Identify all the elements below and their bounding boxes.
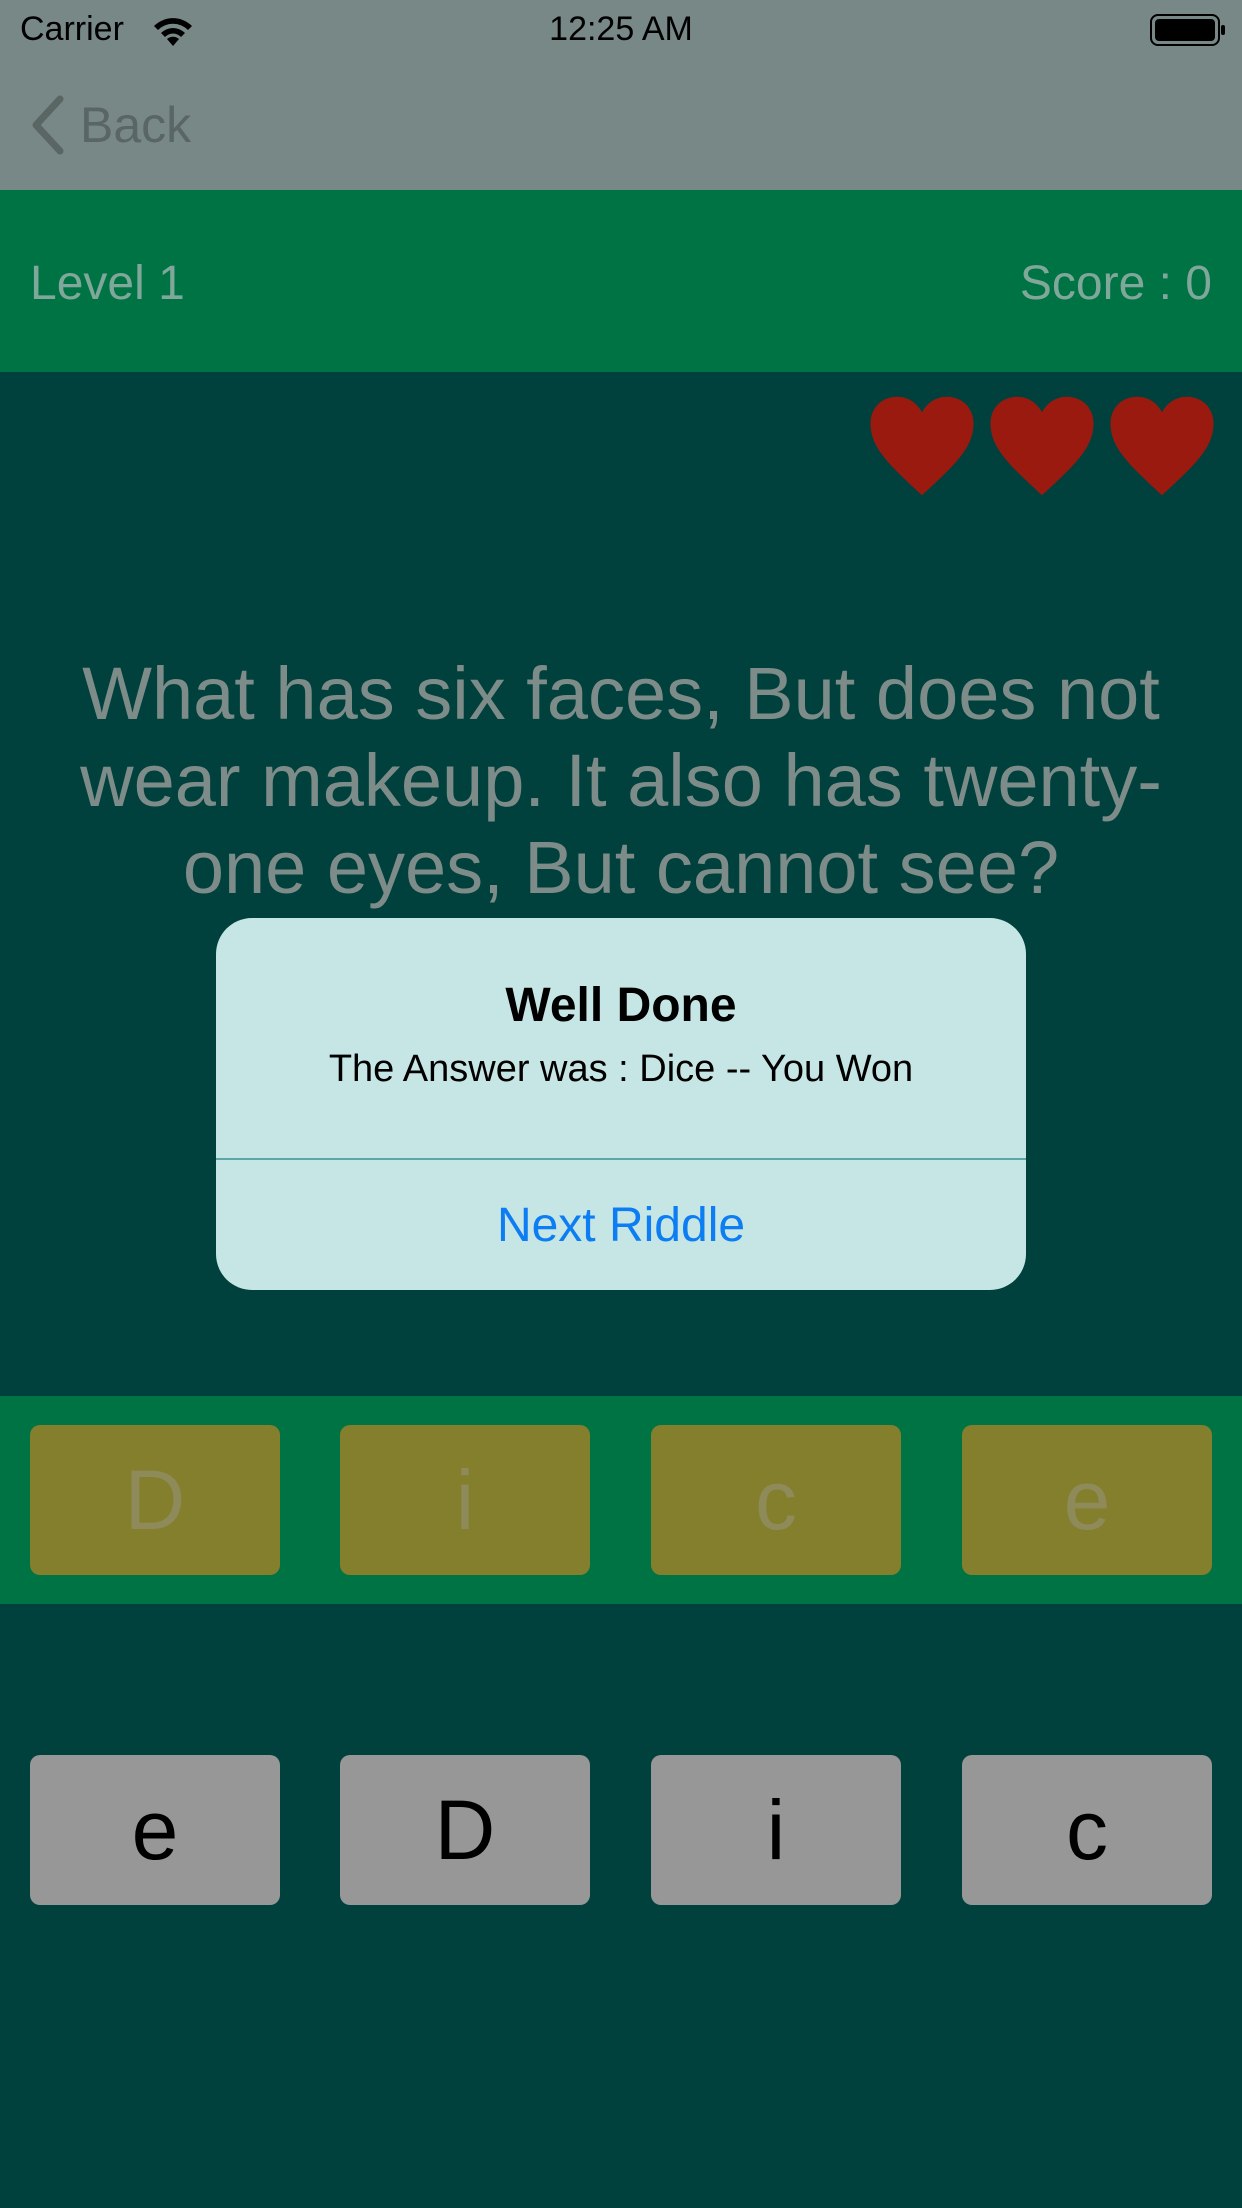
clock: 12:25 AM	[549, 10, 693, 48]
riddle-text: What has six faces, But does not wear ma…	[80, 652, 1162, 909]
battery-icon	[1150, 14, 1225, 46]
navigation-bar: Back	[0, 60, 1242, 190]
chevron-left-icon	[32, 95, 64, 155]
alert-message: The Answer was : Dice -- You Won	[328, 1048, 914, 1090]
heart-icon	[870, 396, 974, 496]
answer-slot: D	[30, 1425, 280, 1575]
answer-slot: e	[962, 1425, 1212, 1575]
letter-option-button[interactable]: D	[340, 1755, 590, 1905]
alert-title: Well Done	[505, 979, 737, 1032]
letter-option-button[interactable]: c	[962, 1755, 1212, 1905]
result-alert: Well Done The Answer was : Dice -- You W…	[216, 918, 1026, 1290]
heart-icon	[1110, 396, 1214, 496]
letter-option-button[interactable]: e	[30, 1755, 280, 1905]
back-label: Back	[80, 97, 192, 153]
answer-slot: i	[340, 1425, 590, 1575]
level-score-bar: Level 1 Score : 0	[0, 190, 1242, 372]
next-riddle-button[interactable]: Next Riddle	[216, 1160, 1026, 1290]
level-label: Level 1	[30, 257, 185, 310]
answer-slot: c	[651, 1425, 901, 1575]
status-bar: Carrier 12:25 AM	[0, 0, 1242, 60]
letter-option-button[interactable]: i	[651, 1755, 901, 1905]
score-label: Score : 0	[1019, 257, 1212, 310]
heart-icon	[990, 396, 1094, 496]
back-button[interactable]: Back	[28, 90, 191, 160]
